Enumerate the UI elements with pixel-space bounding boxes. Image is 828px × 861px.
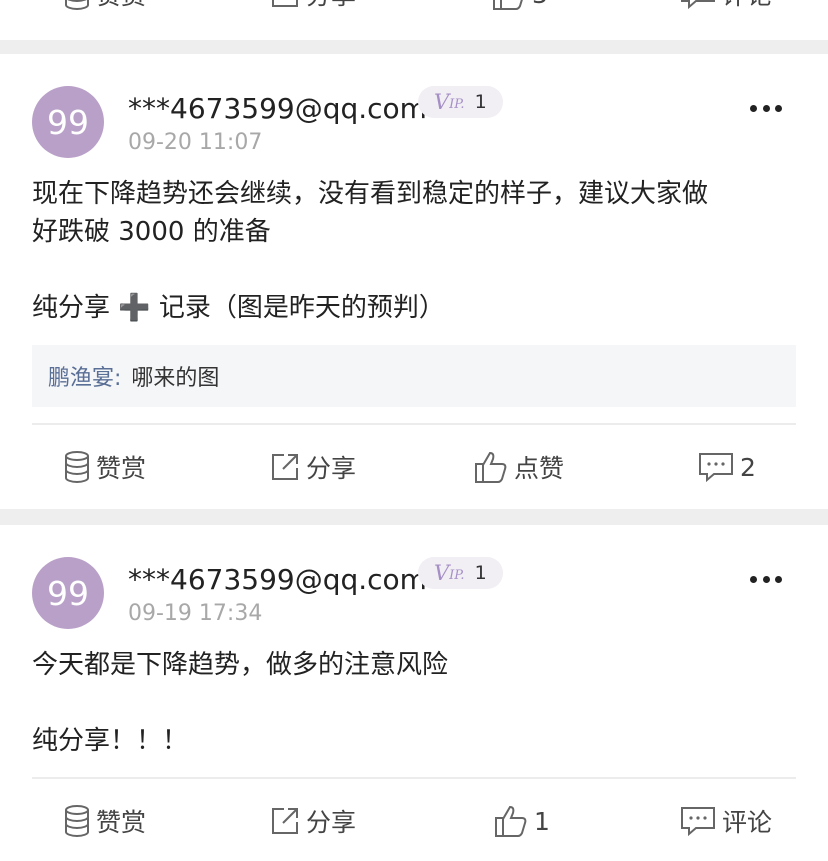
share-icon: [272, 454, 298, 480]
share-label: 分享: [306, 0, 356, 12]
reward-label: 赞赏: [96, 454, 147, 483]
divider: [32, 423, 796, 425]
more-options-icon[interactable]: [750, 569, 782, 589]
like-count: 1: [534, 806, 550, 836]
share-label: 分享: [306, 454, 357, 483]
comment-icon: [681, 807, 715, 837]
vip-level: 1: [474, 91, 487, 113]
like-label: 点赞: [514, 454, 565, 483]
post-text-line: 现在下降趋势还会继续，没有看到稳定的样子，建议大家做: [32, 179, 709, 209]
post-action-bar: 赞赏 分享 点赞 2: [0, 427, 828, 507]
reply-author[interactable]: 鹏渔宴:: [48, 360, 121, 392]
share-label: 分享: [306, 808, 357, 837]
share-icon: [272, 0, 298, 7]
post-action-bar: 赞赏 分享 1 评论: [0, 781, 828, 861]
vip-icon: V: [434, 561, 450, 585]
post-text-line: 今天都是下降趋势，做多的注意风险: [32, 650, 449, 680]
like-button[interactable]: 3: [492, 0, 548, 34]
vip-badge: V IP. 1: [418, 86, 503, 118]
top-action-bar: 赞赏 分享 3 评论: [0, 0, 828, 34]
like-button[interactable]: 1: [494, 781, 550, 861]
coins-icon: [65, 805, 89, 838]
reward-label: 赞赏: [96, 808, 147, 837]
post-date: 09-19 17:34: [128, 601, 263, 626]
coins-icon: [65, 0, 89, 11]
post-text-line: 纯分享 ➕ 记录（图是昨天的预判）: [32, 293, 445, 323]
coins-icon: [65, 451, 89, 484]
vip-icon-suffix: IP.: [449, 97, 465, 112]
vip-icon: V: [434, 90, 450, 114]
share-button[interactable]: 分享: [270, 0, 356, 34]
username[interactable]: ***4673599@qq.com: [128, 563, 427, 596]
post-text-line: 纯分享！！！: [32, 726, 189, 756]
post-text-line: 好跌破 3000 的准备: [32, 217, 271, 247]
comment-button[interactable]: 2: [698, 427, 756, 507]
comment-icon: [699, 453, 733, 483]
like-button[interactable]: 点赞: [474, 427, 564, 507]
comment-button[interactable]: 评论: [680, 0, 772, 34]
more-options-icon[interactable]: [750, 98, 782, 118]
avatar[interactable]: 99: [32, 557, 104, 629]
comment-label: 评论: [722, 808, 773, 837]
comment-label: 评论: [722, 0, 772, 12]
username[interactable]: ***4673599@qq.com: [128, 92, 427, 125]
reply-text: 哪来的图: [131, 366, 220, 391]
vip-badge: V IP. 1: [418, 557, 503, 589]
post-card: 99 ***4673599@qq.com V IP. 1 09-19 17:34…: [0, 557, 828, 787]
avatar[interactable]: 99: [32, 86, 104, 158]
vip-icon-suffix: IP.: [449, 568, 465, 583]
share-button[interactable]: 分享: [270, 427, 356, 507]
post-date: 09-20 11:07: [128, 130, 263, 155]
post-separator: [0, 40, 828, 54]
comment-count: 2: [740, 452, 756, 482]
divider: [32, 777, 796, 779]
vip-level: 1: [474, 562, 487, 584]
post-separator: [0, 509, 828, 525]
reply-preview[interactable]: 鹏渔宴: 哪来的图: [32, 345, 796, 407]
thumbs-up-icon: [493, 0, 523, 10]
reward-button[interactable]: 赞赏: [64, 427, 146, 507]
like-count: 3: [532, 0, 548, 9]
comment-icon: [681, 0, 715, 10]
reward-button[interactable]: 赞赏: [64, 0, 146, 34]
thumbs-up-icon: [475, 451, 507, 483]
share-button[interactable]: 分享: [270, 781, 356, 861]
thumbs-up-icon: [495, 805, 527, 837]
reward-button[interactable]: 赞赏: [64, 781, 146, 861]
reward-label: 赞赏: [96, 0, 146, 12]
comment-button[interactable]: 评论: [680, 781, 772, 861]
